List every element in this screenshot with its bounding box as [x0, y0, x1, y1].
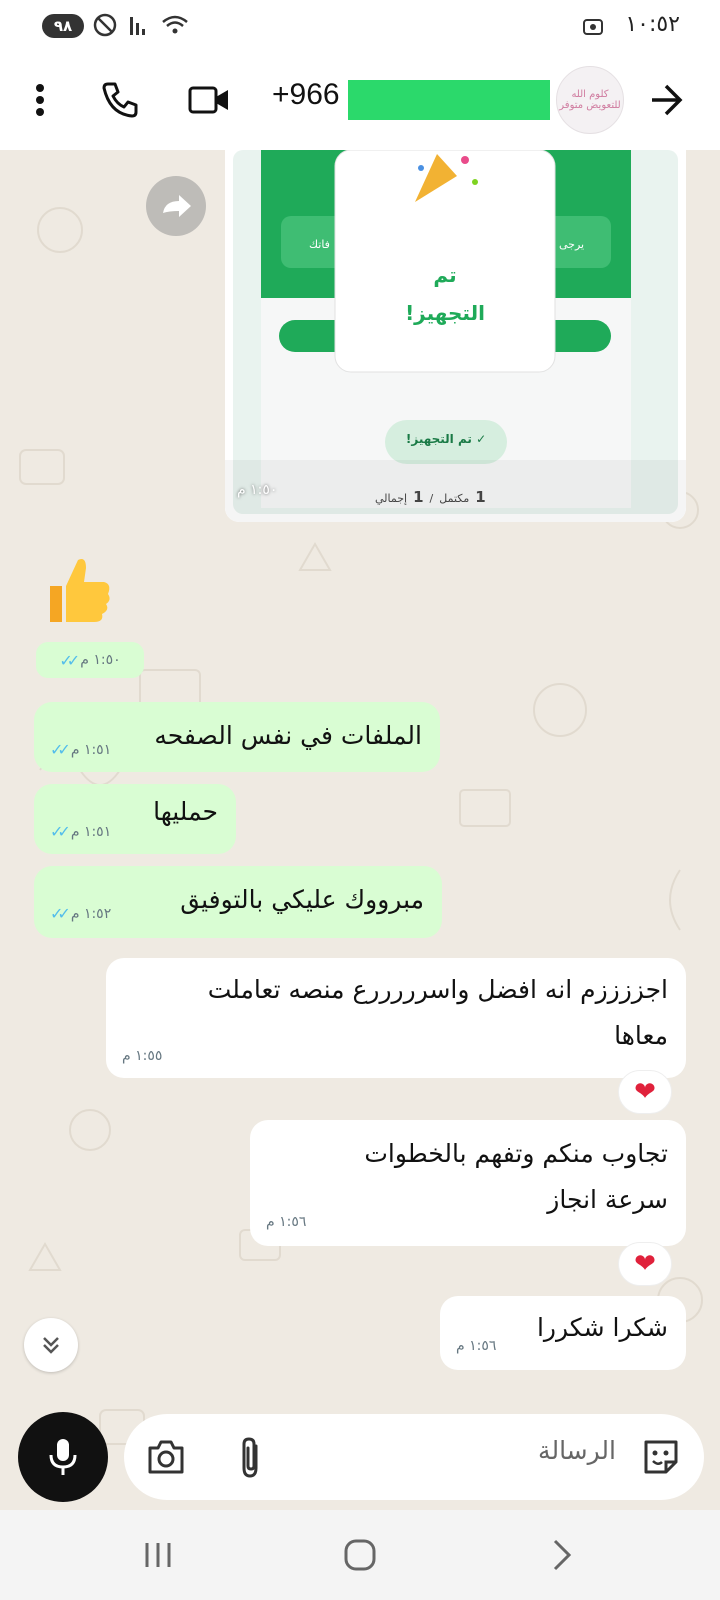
sticker-icon[interactable] [640, 1436, 682, 1478]
scroll-to-bottom-button[interactable] [24, 1318, 78, 1372]
redacted-phone-number [348, 80, 550, 120]
contact-avatar[interactable]: كلوم الله للتعويض متوفر [556, 66, 624, 134]
stat-complete-label: مكتمل [439, 492, 470, 505]
message-meta: ١:٥٥ م [122, 1048, 162, 1064]
thumbs-up-icon [50, 559, 110, 622]
message-time: ١:٥٥ م [122, 1048, 163, 1064]
thumbs-time: ١:٥٠ م [80, 652, 121, 668]
home-icon[interactable] [343, 1538, 377, 1572]
heart-icon: ❤ [634, 1077, 656, 1107]
message-text-line-1: اجززززم انه افضل واسرررررع منصه تعاملت [207, 975, 668, 1004]
status-icons [92, 12, 190, 38]
reaction-badge[interactable]: ❤ [618, 1242, 672, 1286]
incoming-message-1[interactable]: اجززززم انه افضل واسرررررع منصه تعاملت م… [106, 958, 686, 1078]
do-not-disturb-icon [93, 13, 117, 37]
forward-button[interactable] [146, 176, 206, 236]
stat-total-label: إجمالي [375, 492, 408, 505]
incoming-message-2[interactable]: تجاوب منكم وتفهم بالخطوات سرعة انجاز ١:٥… [250, 1120, 686, 1246]
popup-title: تم التجهيز! [405, 263, 485, 325]
system-navigation-bar [0, 1510, 720, 1600]
message-text: مبرووك عليكي بالتوفيق [180, 885, 424, 914]
recent-apps-icon[interactable] [142, 1540, 174, 1570]
battery-indicator: ٩٨ [42, 14, 84, 38]
heart-icon: ❤ [634, 1249, 656, 1279]
stat-complete-num: 1 [475, 488, 486, 506]
read-ticks-icon: ✓✓ [50, 740, 71, 759]
status-time: ١٠:٥٢ [625, 12, 680, 37]
message-input-placeholder: الرسالة [538, 1436, 616, 1465]
video-call-icon[interactable] [188, 80, 230, 120]
outgoing-message-2[interactable]: حمليها ١:٥١ م ✓✓ [34, 784, 236, 854]
banner-text-left: فاتك [309, 238, 330, 251]
voice-message-button[interactable] [18, 1412, 108, 1502]
chat-area[interactable]: يرجى فاتك تم التجهيز! ✓ تم التجهيز! 1 مك… [0, 150, 720, 1510]
thumbs-meta: ١:٥٠ م ✓✓ [36, 642, 144, 678]
message-text-line-1: تجاوب منكم وتفهم بالخطوات [364, 1139, 668, 1168]
image-message[interactable]: يرجى فاتك تم التجهيز! ✓ تم التجهيز! 1 مك… [225, 150, 686, 522]
read-ticks-icon: ✓✓ [50, 904, 71, 923]
more-options-icon[interactable] [28, 80, 52, 120]
reaction-badge[interactable]: ❤ [618, 1070, 672, 1114]
attachment-icon[interactable] [236, 1436, 266, 1480]
message-text-line-2: معاها [614, 1021, 668, 1050]
microphone-icon [49, 1439, 77, 1475]
read-ticks-icon: ✓✓ [59, 650, 80, 670]
message-time: ١:٥٢ م [70, 905, 112, 922]
back-arrow-icon[interactable] [648, 80, 684, 120]
read-ticks-icon: ✓✓ [50, 822, 71, 841]
camera-icon[interactable] [146, 1438, 186, 1476]
back-icon[interactable] [550, 1538, 574, 1572]
thumbs-up-emoji[interactable] [36, 550, 116, 630]
image-timestamp: ١:٥٠ م [237, 482, 278, 498]
message-text-line-2: سرعة انجاز [547, 1185, 668, 1214]
message-time: ١:٥١ م [70, 823, 112, 840]
banner-text-right: يرجى [559, 238, 585, 251]
signal-icon [130, 17, 145, 35]
outgoing-message-3[interactable]: مبرووك عليكي بالتوفيق ١:٥٢ م ✓✓ [34, 866, 442, 938]
incoming-message-3[interactable]: شكرا شكررا ١:٥٦ م [440, 1296, 686, 1370]
message-meta: ١:٥٦ م [456, 1338, 496, 1354]
stat-total-num: 1 [413, 488, 424, 506]
message-meta: ١:٥١ م ✓✓ [50, 822, 111, 841]
contact-name[interactable]: +966 [272, 78, 340, 112]
stats-row: 1 مكتمل / 1 إجمالي [375, 488, 486, 506]
message-time: ١:٥٦ م [266, 1214, 307, 1230]
message-meta: ١:٥٢ م ✓✓ [50, 904, 111, 923]
message-text: حمليها [153, 797, 218, 826]
double-chevron-down-icon [43, 1337, 59, 1354]
stat-separator: / [429, 492, 434, 505]
voice-call-icon[interactable] [100, 80, 140, 120]
message-time: ١:٥٦ م [456, 1338, 497, 1354]
screen-record-icon [583, 19, 603, 35]
forward-icon [163, 195, 191, 217]
screenshot-image [225, 150, 686, 522]
message-input[interactable]: الرسالة [124, 1414, 704, 1500]
message-time: ١:٥١ م [70, 741, 112, 758]
message-meta: ١:٥١ م ✓✓ [50, 740, 111, 759]
status-bar: ٩٨ ١٠:٥٢ [0, 0, 720, 54]
message-text: شكرا شكررا [536, 1313, 668, 1342]
message-text: الملفات في نفس الصفحه [154, 721, 422, 750]
avatar-logo-text: كلوم الله للتعويض متوفر [559, 89, 621, 111]
wifi-icon [162, 15, 188, 34]
chat-header: +966 كلوم الله للتعويض متوفر [0, 54, 720, 150]
outgoing-message-1[interactable]: الملفات في نفس الصفحه ١:٥١ م ✓✓ [34, 702, 440, 772]
message-meta: ١:٥٦ م [266, 1214, 306, 1230]
status-badge: ✓ تم التجهيز! [405, 432, 487, 446]
